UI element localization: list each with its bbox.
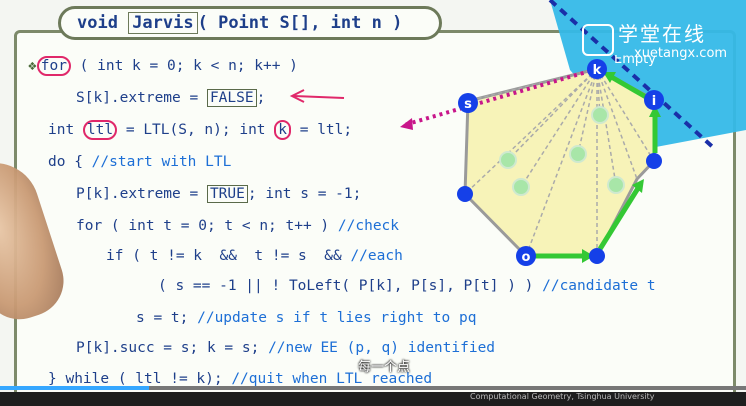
code-line-7: if ( t != k && t != s && //each xyxy=(106,247,403,265)
code-comment: //new EE (p, q) identified xyxy=(268,340,496,356)
code-line-3: int ltl = LTL(S, n); int k = ltl; xyxy=(48,120,353,140)
slide-credit: Computational Geometry, Tsinghua Univers… xyxy=(470,392,655,401)
code-comment: //check xyxy=(337,218,400,234)
code-comment: //start with LTL xyxy=(91,154,232,170)
code-line-6: for ( int t = 0; t < n; t++ ) //check xyxy=(76,217,399,235)
for-keyword: for xyxy=(36,56,71,76)
code-text: ; xyxy=(256,90,266,106)
code-text: if ( t != k && t != s && xyxy=(106,248,351,264)
title-function: Jarvis xyxy=(128,12,198,34)
code-text: s = t; xyxy=(136,310,198,326)
code-line-9: s = t; //update s if t lies right to pq xyxy=(136,309,476,327)
video-progress-bar[interactable] xyxy=(0,386,746,390)
code-text: int xyxy=(48,122,83,138)
video-progress-fill xyxy=(0,386,150,390)
code-line-10: P[k].succ = s; k = s; //new EE (p, q) id… xyxy=(76,339,495,357)
code-comment: //update s if t lies right to pq xyxy=(197,310,477,326)
vertex-i-label: i xyxy=(652,94,656,109)
code-text: = ltl; xyxy=(291,122,353,138)
code-line-2: S[k].extreme = FALSE; xyxy=(76,89,265,107)
ltl-circled: ltl xyxy=(82,120,118,140)
annotation-arrow-icon xyxy=(289,89,345,103)
ray-arrowhead-icon xyxy=(400,118,413,130)
code-text: P[k].succ = s; k = s; xyxy=(76,340,269,356)
code-text: do { xyxy=(48,154,92,170)
code-line-5: P[k].extreme = TRUE; int s = -1; xyxy=(76,185,361,203)
bullet-icon: ❖ xyxy=(28,58,37,74)
title-params: ( Point S[], int n ) xyxy=(197,13,403,33)
code-line-4: do { //start with LTL xyxy=(48,153,231,171)
code-text: P[k].extreme = xyxy=(76,186,207,202)
code-text: ; int s = -1; xyxy=(247,186,362,202)
code-text: S[k].extreme = xyxy=(76,90,207,106)
empty-label: Empty xyxy=(614,55,656,67)
false-box: FALSE xyxy=(206,89,257,107)
code-line-1-rest: ( int k = 0; k < n; k++ ) xyxy=(70,58,298,74)
logo-mark-icon xyxy=(582,24,614,56)
true-box: TRUE xyxy=(206,185,248,203)
code-text: } while ( ltl != k); xyxy=(48,371,232,387)
title-prefix: void xyxy=(77,13,129,33)
code-text: for ( int t = 0; t < n; t++ ) xyxy=(76,218,338,234)
lecture-slide: 学堂在线 xuetangx.com void Jarvis( Point S[]… xyxy=(0,0,746,392)
vertex-s-label: s xyxy=(464,97,472,112)
video-subtitle: 每一个点 xyxy=(358,360,411,375)
code-text: ( s == -1 || ! ToLeft( P[k], P[s], P[t] … xyxy=(158,278,543,294)
k-circled: k xyxy=(274,120,291,140)
jarvis-march-diagram: k s i o Empty xyxy=(400,55,664,266)
logo-cn-text: 学堂在线 xyxy=(618,22,706,46)
code-comment: //each xyxy=(350,248,403,264)
vertex-o-label: o xyxy=(522,250,531,265)
vertex-k-label: k xyxy=(593,63,602,78)
code-line-1: ❖ for ( int k = 0; k < n; k++ ) xyxy=(28,56,298,76)
code-text: = LTL(S, n); int xyxy=(117,122,275,138)
code-comment: //candidate t xyxy=(542,278,656,294)
page-title: void Jarvis( Point S[], int n ) xyxy=(58,6,442,40)
